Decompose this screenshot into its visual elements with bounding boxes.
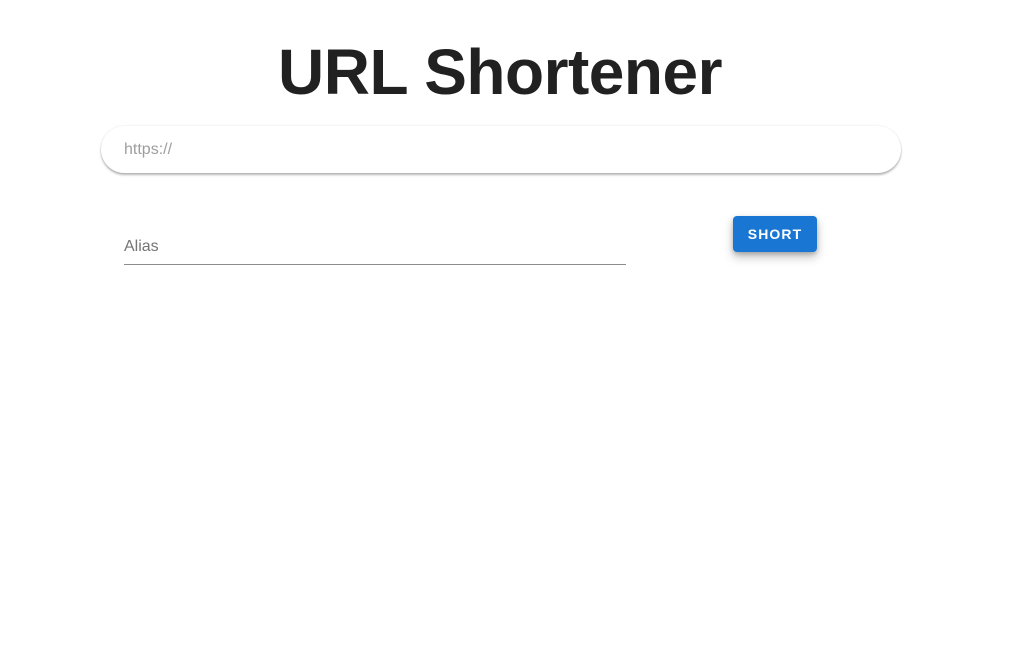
short-button[interactable]: SHORT <box>733 216 817 252</box>
url-input[interactable] <box>124 126 884 173</box>
page-title: URL Shortener <box>278 36 722 108</box>
alias-input[interactable] <box>124 234 624 260</box>
alias-field[interactable]: Alias <box>124 230 626 265</box>
url-input-container[interactable] <box>101 126 901 173</box>
page: URL Shortener Alias SHORT <box>0 0 1028 654</box>
